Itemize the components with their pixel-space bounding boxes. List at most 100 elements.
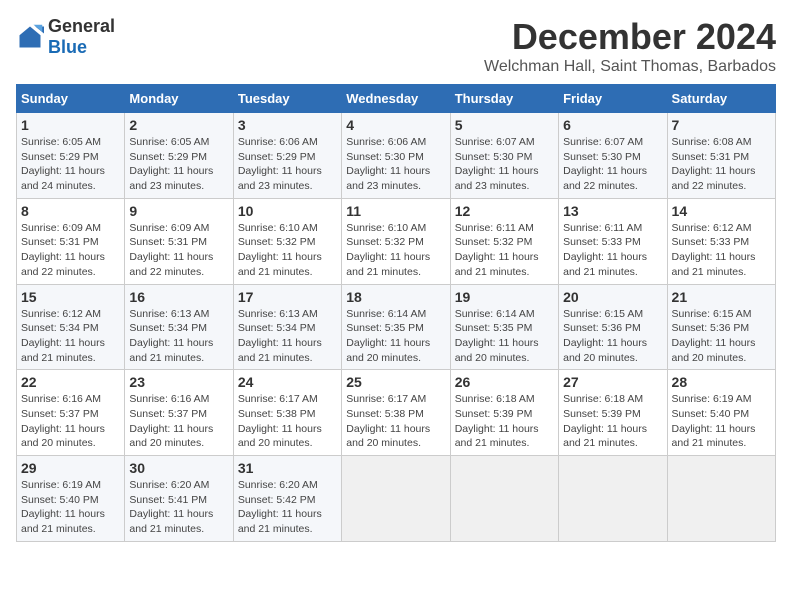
weekday-header-thursday: Thursday: [450, 85, 558, 113]
calendar-day: [450, 456, 558, 542]
day-number: 29: [21, 460, 120, 476]
calendar-day: 2Sunrise: 6:05 AM Sunset: 5:29 PM Daylig…: [125, 113, 233, 199]
day-info: Sunrise: 6:15 AM Sunset: 5:36 PM Dayligh…: [672, 307, 771, 366]
day-number: 14: [672, 203, 771, 219]
calendar-day: 29Sunrise: 6:19 AM Sunset: 5:40 PM Dayli…: [17, 456, 125, 542]
calendar-day: 23 Sunrise: 6:16 AM Sunset: 5:37 PM Dayli…: [125, 370, 233, 456]
day-info: Sunrise: 6:16 AM Sunset: 5:37 PM Dayligh…: [129, 392, 228, 451]
calendar-week-2: 8 Sunrise: 6:09 AM Sunset: 5:31 PM Daylig…: [17, 198, 776, 284]
day-number: 23: [129, 374, 228, 390]
day-number: 4: [346, 117, 445, 133]
logo-blue: Blue: [48, 37, 87, 57]
weekday-header-tuesday: Tuesday: [233, 85, 341, 113]
day-number: 30: [129, 460, 228, 476]
day-info: Sunrise: 6:14 AM Sunset: 5:35 PM Dayligh…: [346, 307, 445, 366]
calendar-day: 26Sunrise: 6:18 AM Sunset: 5:39 PM Dayli…: [450, 370, 558, 456]
title-section: December 2024 Welchman Hall, Saint Thoma…: [484, 16, 776, 76]
calendar-day: 16 Sunrise: 6:13 AM Sunset: 5:34 PM Dayli…: [125, 284, 233, 370]
day-info: Sunrise: 6:14 AM Sunset: 5:35 PM Dayligh…: [455, 307, 554, 366]
calendar-day: 3 Sunrise: 6:06 AM Sunset: 5:29 PM Daylig…: [233, 113, 341, 199]
day-number: 20: [563, 289, 662, 305]
calendar-day: 14 Sunrise: 6:12 AM Sunset: 5:33 PM Dayli…: [667, 198, 775, 284]
day-info: Sunrise: 6:10 AM Sunset: 5:32 PM Dayligh…: [238, 221, 337, 280]
calendar-day: 31 Sunrise: 6:20 AM Sunset: 5:42 PM Dayli…: [233, 456, 341, 542]
day-number: 7: [672, 117, 771, 133]
calendar-day: 4Sunrise: 6:06 AM Sunset: 5:30 PM Daylig…: [342, 113, 450, 199]
calendar-day: 1Sunrise: 6:05 AM Sunset: 5:29 PM Daylig…: [17, 113, 125, 199]
calendar-day: 7Sunrise: 6:08 AM Sunset: 5:31 PM Daylig…: [667, 113, 775, 199]
day-number: 8: [21, 203, 120, 219]
day-number: 3: [238, 117, 337, 133]
day-number: 24: [238, 374, 337, 390]
day-info: Sunrise: 6:12 AM Sunset: 5:34 PM Dayligh…: [21, 307, 120, 366]
day-info: Sunrise: 6:10 AM Sunset: 5:32 PM Dayligh…: [346, 221, 445, 280]
day-number: 9: [129, 203, 228, 219]
calendar-day: 6 Sunrise: 6:07 AM Sunset: 5:30 PM Daylig…: [559, 113, 667, 199]
calendar-week-5: 29Sunrise: 6:19 AM Sunset: 5:40 PM Dayli…: [17, 456, 776, 542]
day-number: 1: [21, 117, 120, 133]
day-info: Sunrise: 6:06 AM Sunset: 5:29 PM Dayligh…: [238, 135, 337, 194]
calendar-day: 28 Sunrise: 6:19 AM Sunset: 5:40 PM Dayli…: [667, 370, 775, 456]
weekday-header-monday: Monday: [125, 85, 233, 113]
calendar-day: 20 Sunrise: 6:15 AM Sunset: 5:36 PM Dayli…: [559, 284, 667, 370]
calendar-day: 9 Sunrise: 6:09 AM Sunset: 5:31 PM Daylig…: [125, 198, 233, 284]
day-number: 6: [563, 117, 662, 133]
day-info: Sunrise: 6:20 AM Sunset: 5:42 PM Dayligh…: [238, 478, 337, 537]
calendar-day: 13 Sunrise: 6:11 AM Sunset: 5:33 PM Dayli…: [559, 198, 667, 284]
day-number: 28: [672, 374, 771, 390]
calendar-day: [667, 456, 775, 542]
calendar-day: 27 Sunrise: 6:18 AM Sunset: 5:39 PM Dayli…: [559, 370, 667, 456]
day-number: 25: [346, 374, 445, 390]
day-number: 16: [129, 289, 228, 305]
logo-icon: [16, 23, 44, 51]
calendar-week-3: 15 Sunrise: 6:12 AM Sunset: 5:34 PM Dayli…: [17, 284, 776, 370]
day-info: Sunrise: 6:11 AM Sunset: 5:32 PM Dayligh…: [455, 221, 554, 280]
calendar-day: 21 Sunrise: 6:15 AM Sunset: 5:36 PM Dayli…: [667, 284, 775, 370]
calendar-table: SundayMondayTuesdayWednesdayThursdayFrid…: [16, 84, 776, 542]
day-info: Sunrise: 6:20 AM Sunset: 5:41 PM Dayligh…: [129, 478, 228, 537]
weekday-header-saturday: Saturday: [667, 85, 775, 113]
day-number: 10: [238, 203, 337, 219]
day-info: Sunrise: 6:17 AM Sunset: 5:38 PM Dayligh…: [238, 392, 337, 451]
logo-text: General Blue: [48, 16, 115, 58]
day-number: 31: [238, 460, 337, 476]
day-number: 11: [346, 203, 445, 219]
day-info: Sunrise: 6:15 AM Sunset: 5:36 PM Dayligh…: [563, 307, 662, 366]
calendar-day: 12Sunrise: 6:11 AM Sunset: 5:32 PM Dayli…: [450, 198, 558, 284]
calendar-week-4: 22Sunrise: 6:16 AM Sunset: 5:37 PM Dayli…: [17, 370, 776, 456]
day-number: 21: [672, 289, 771, 305]
day-number: 13: [563, 203, 662, 219]
calendar-day: 15 Sunrise: 6:12 AM Sunset: 5:34 PM Dayli…: [17, 284, 125, 370]
day-info: Sunrise: 6:16 AM Sunset: 5:37 PM Dayligh…: [21, 392, 120, 451]
day-info: Sunrise: 6:18 AM Sunset: 5:39 PM Dayligh…: [455, 392, 554, 451]
day-info: Sunrise: 6:07 AM Sunset: 5:30 PM Dayligh…: [563, 135, 662, 194]
calendar-week-1: 1Sunrise: 6:05 AM Sunset: 5:29 PM Daylig…: [17, 113, 776, 199]
calendar-header: SundayMondayTuesdayWednesdayThursdayFrid…: [17, 85, 776, 113]
day-number: 27: [563, 374, 662, 390]
weekday-header-friday: Friday: [559, 85, 667, 113]
calendar-day: [342, 456, 450, 542]
day-info: Sunrise: 6:13 AM Sunset: 5:34 PM Dayligh…: [129, 307, 228, 366]
day-info: Sunrise: 6:17 AM Sunset: 5:38 PM Dayligh…: [346, 392, 445, 451]
day-info: Sunrise: 6:12 AM Sunset: 5:33 PM Dayligh…: [672, 221, 771, 280]
calendar-subtitle: Welchman Hall, Saint Thomas, Barbados: [484, 58, 776, 76]
day-info: Sunrise: 6:19 AM Sunset: 5:40 PM Dayligh…: [672, 392, 771, 451]
page-header: General Blue December 2024 Welchman Hall…: [16, 16, 776, 76]
day-info: Sunrise: 6:18 AM Sunset: 5:39 PM Dayligh…: [563, 392, 662, 451]
day-info: Sunrise: 6:09 AM Sunset: 5:31 PM Dayligh…: [129, 221, 228, 280]
calendar-day: 24 Sunrise: 6:17 AM Sunset: 5:38 PM Dayli…: [233, 370, 341, 456]
day-number: 5: [455, 117, 554, 133]
day-info: Sunrise: 6:09 AM Sunset: 5:31 PM Dayligh…: [21, 221, 120, 280]
day-number: 15: [21, 289, 120, 305]
calendar-title: December 2024: [484, 16, 776, 58]
weekday-row: SundayMondayTuesdayWednesdayThursdayFrid…: [17, 85, 776, 113]
calendar-day: 17 Sunrise: 6:13 AM Sunset: 5:34 PM Dayli…: [233, 284, 341, 370]
calendar-day: 11 Sunrise: 6:10 AM Sunset: 5:32 PM Dayli…: [342, 198, 450, 284]
calendar-day: 25 Sunrise: 6:17 AM Sunset: 5:38 PM Dayli…: [342, 370, 450, 456]
calendar-day: 30 Sunrise: 6:20 AM Sunset: 5:41 PM Dayli…: [125, 456, 233, 542]
logo: General Blue: [16, 16, 115, 58]
day-info: Sunrise: 6:11 AM Sunset: 5:33 PM Dayligh…: [563, 221, 662, 280]
day-info: Sunrise: 6:13 AM Sunset: 5:34 PM Dayligh…: [238, 307, 337, 366]
day-info: Sunrise: 6:07 AM Sunset: 5:30 PM Dayligh…: [455, 135, 554, 194]
day-number: 17: [238, 289, 337, 305]
